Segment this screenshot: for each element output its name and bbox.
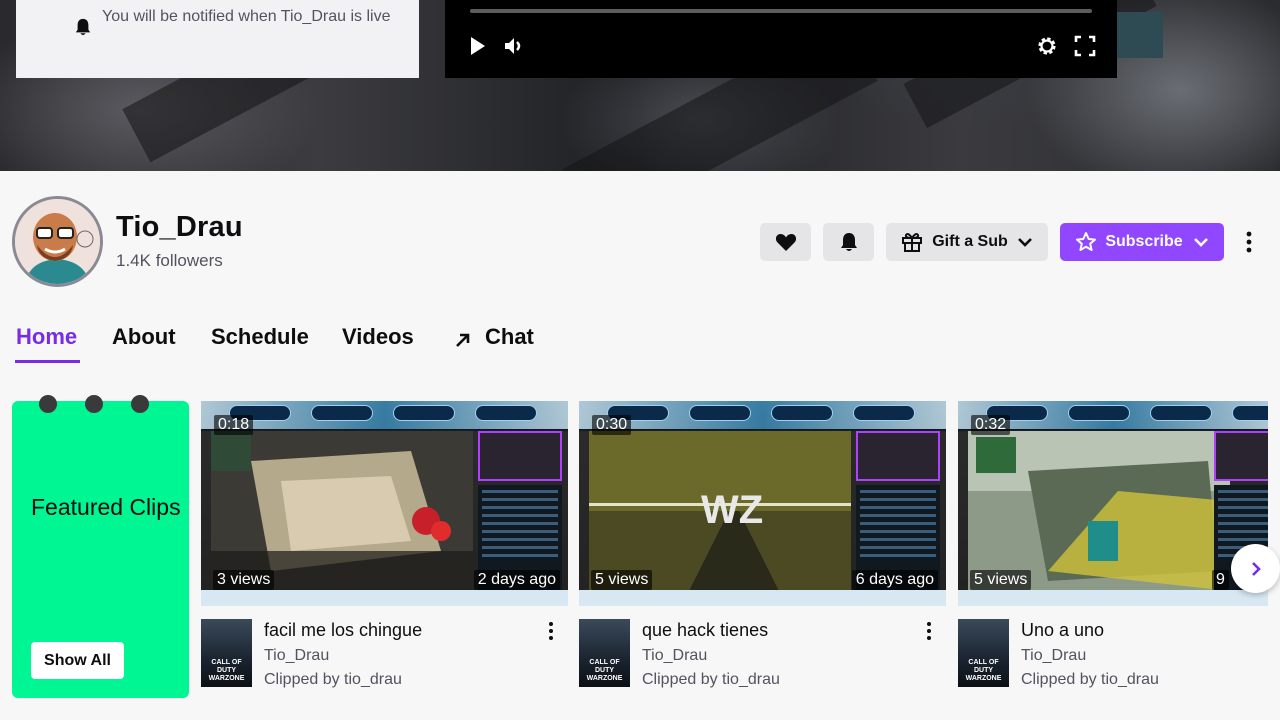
game-box-art[interactable]: CALL OF DUTY WARZONE [201,619,252,687]
notification-text: You will be notified when Tio_Drau is li… [102,8,391,25]
show-all-button[interactable]: Show All [31,642,124,679]
clip-card[interactable]: 0:32 5 views 9 CALL OF DUTY WARZONE Uno … [958,401,1268,701]
bell-icon [75,18,91,36]
star-icon [1076,232,1097,251]
channel-tabs: Home About Schedule Videos Chat [0,318,600,364]
clip-views: 3 views [213,570,275,590]
video-player[interactable] [445,0,1117,78]
gameplay-scene [968,431,1230,591]
volume-icon[interactable] [502,34,526,58]
tab-chat[interactable]: Chat [485,324,534,350]
settings-gear-icon[interactable] [1035,34,1059,58]
clip-views: 5 views [970,570,1032,590]
clip-clipped-by: Clipped by tio_drau [1021,671,1159,688]
clip-channel[interactable]: Tio_Drau [1021,647,1086,665]
clip-thumbnail[interactable]: 0:32 5 views 9 [958,401,1268,606]
clip-channel[interactable]: Tio_Drau [642,647,707,665]
active-tab-indicator [15,360,80,363]
chevron-down-icon [1017,238,1032,247]
chevron-right-icon [1251,561,1261,576]
clip-duration: 0:30 [592,415,632,435]
gift-sub-button[interactable]: Gift a Sub [886,223,1048,261]
follower-count: 1.4K followers [116,251,223,270]
avatar-illustration [15,199,100,284]
subscribe-label: Subscribe [1105,233,1183,250]
clip-clipped-by: Clipped by tio_drau [642,671,780,688]
play-icon[interactable] [465,34,489,58]
gift-sub-label: Gift a Sub [932,233,1008,250]
decorative-hole [85,395,103,413]
clip-title[interactable]: facil me los chingue [264,620,422,641]
next-clips-button[interactable] [1231,544,1280,593]
follow-button[interactable] [760,223,811,261]
clip-duration: 0:32 [971,415,1011,435]
featured-clips-title: Featured Clips [31,494,181,520]
external-arrow-icon [456,333,470,347]
clip-thumbnail[interactable]: 0:18 3 views 2 days ago [201,401,568,606]
clip-clipped-by: Clipped by tio_drau [264,671,402,688]
tab-about[interactable]: About [112,324,176,350]
more-options-icon[interactable] [1240,230,1258,254]
notifications-button[interactable] [823,223,874,261]
subscribe-button[interactable]: Subscribe [1060,223,1224,261]
heart-icon [775,234,796,251]
clip-age: 6 days ago [851,570,938,590]
decorative-hole [131,395,149,413]
game-box-art[interactable]: CALL OF DUTY WARZONE [579,619,630,687]
decorative-hole [39,395,57,413]
chevron-down-icon [1193,238,1208,247]
clip-title[interactable]: Uno a uno [1021,620,1104,641]
tab-home[interactable]: Home [16,324,77,350]
clip-duration: 0:18 [214,415,254,435]
live-notification: You will be notified when Tio_Drau is li… [16,0,419,78]
featured-clips-card: Featured Clips Show All [12,395,189,698]
fullscreen-icon[interactable] [1073,34,1097,58]
gameplay-scene [211,431,473,591]
clip-thumbnail[interactable]: WZ 0:30 5 views 6 days ago [579,401,946,606]
wz-logo: WZ [701,488,763,532]
seek-bar[interactable] [470,9,1092,13]
clip-channel[interactable]: Tio_Drau [264,647,329,665]
tab-schedule[interactable]: Schedule [211,324,309,350]
clip-age: 2 days ago [473,570,560,590]
bell-icon [840,233,857,251]
clip-age: 9 [1212,570,1229,590]
game-box-art[interactable]: CALL OF DUTY WARZONE [958,619,1009,687]
tab-videos[interactable]: Videos [342,324,414,350]
clip-views: 5 views [591,570,653,590]
more-options-icon[interactable] [924,621,934,641]
more-options-icon[interactable] [546,621,556,641]
gameplay-scene: WZ [589,431,851,591]
gift-icon [902,233,923,252]
channel-avatar[interactable] [12,196,103,287]
clip-title[interactable]: que hack tienes [642,620,768,641]
channel-name[interactable]: Tio_Drau [116,211,243,244]
